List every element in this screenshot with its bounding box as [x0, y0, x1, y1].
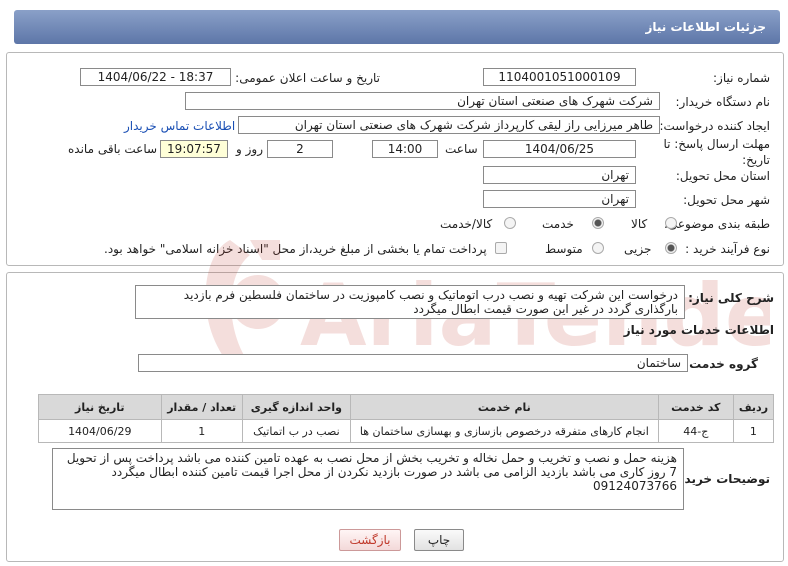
- deadline-label: مهلت ارسال پاسخ: تا تاریخ:: [663, 137, 770, 167]
- print-button[interactable]: چاپ: [414, 529, 464, 551]
- category-option-goods: کالا: [631, 217, 648, 231]
- description-label: شرح کلی نیاز:: [688, 291, 774, 305]
- back-button[interactable]: بازگشت: [339, 529, 401, 551]
- deadline-time-field: 14:00: [372, 140, 438, 158]
- col-unit: واحد اندازه گیری: [241, 394, 351, 420]
- deadline-date-field: 1404/06/25: [483, 140, 636, 158]
- service-group-field: ساختمان: [138, 354, 688, 372]
- cell-code: ج-44: [657, 419, 734, 443]
- services-table: ردیف کد خدمت نام خدمت واحد اندازه گیری ت…: [38, 394, 775, 443]
- col-qty: تعداد / مقدار: [160, 394, 243, 420]
- category-option-service: خدمت: [542, 217, 574, 231]
- contact-buyer-link[interactable]: اطلاعات تماس خریدار: [124, 119, 235, 133]
- cell-unit: نصب در ب اتماتیک: [241, 419, 351, 443]
- province-label: استان محل تحویل:: [675, 169, 770, 183]
- cell-qty: 1: [160, 419, 243, 443]
- days-field: 2: [267, 140, 333, 158]
- category-radio-goods-service[interactable]: [504, 217, 516, 229]
- description-textarea: درخواست این شرکت تهیه و نصب درب اتوماتیک…: [135, 285, 685, 319]
- category-option-goods-service: کالا/خدمت: [440, 217, 493, 231]
- creator-field: طاهر میرزایی راز لیقی کارپرداز شرکت شهرک…: [238, 116, 660, 134]
- category-radio-service[interactable]: [592, 217, 604, 229]
- buyer-org-label: نام دستگاه خریدار:: [675, 95, 771, 109]
- cell-row: 1: [732, 419, 775, 443]
- table-header-row: ردیف کد خدمت نام خدمت واحد اندازه گیری ت…: [38, 394, 775, 420]
- cell-date: 1404/06/29: [38, 419, 162, 443]
- col-date: تاریخ نیاز: [38, 394, 162, 420]
- province-field: تهران: [483, 166, 636, 184]
- announce-field: 1404/06/22 - 18:37: [80, 68, 231, 86]
- table-row: 1 ج-44 انجام کارهای متفرقه درخصوص بازساز…: [38, 419, 775, 443]
- cell-name: انجام کارهای متفرقه درخصوص بازسازی و بهس…: [349, 419, 659, 443]
- category-radio-goods[interactable]: [665, 217, 677, 229]
- category-label: طبقه بندی موضوعی:: [663, 217, 770, 231]
- creator-label: ایجاد کننده درخواست:: [659, 119, 770, 133]
- need-number-field: 1104001051000109: [483, 68, 636, 86]
- remaining-label: ساعت باقی مانده: [68, 142, 158, 156]
- city-label: شهر محل تحویل:: [683, 193, 770, 207]
- col-code: کد خدمت: [657, 394, 734, 420]
- col-row: ردیف: [732, 394, 775, 420]
- remaining-time-field: 19:07:57: [160, 140, 228, 158]
- city-field: تهران: [483, 190, 636, 208]
- buyer-notes-textarea: هزینه حمل و نصب و تخریب و حمل نخاله و تخ…: [52, 448, 684, 510]
- announce-label: تاریخ و ساعت اعلان عمومی:: [235, 71, 380, 85]
- need-number-label: شماره نیاز:: [713, 71, 770, 85]
- time-label: ساعت: [445, 142, 478, 156]
- service-group-label: گروه خدمت:: [684, 357, 758, 371]
- page-header: جزئیات اطلاعات نیاز: [14, 10, 780, 44]
- days-label: روز و: [236, 142, 263, 156]
- services-section-title: اطلاعات خدمات مورد نیاز: [623, 323, 774, 337]
- page-title: جزئیات اطلاعات نیاز: [645, 20, 766, 34]
- buyer-org-field: شرکت شهرک های صنعتی استان تهران: [185, 92, 660, 110]
- col-name: نام خدمت: [349, 394, 659, 420]
